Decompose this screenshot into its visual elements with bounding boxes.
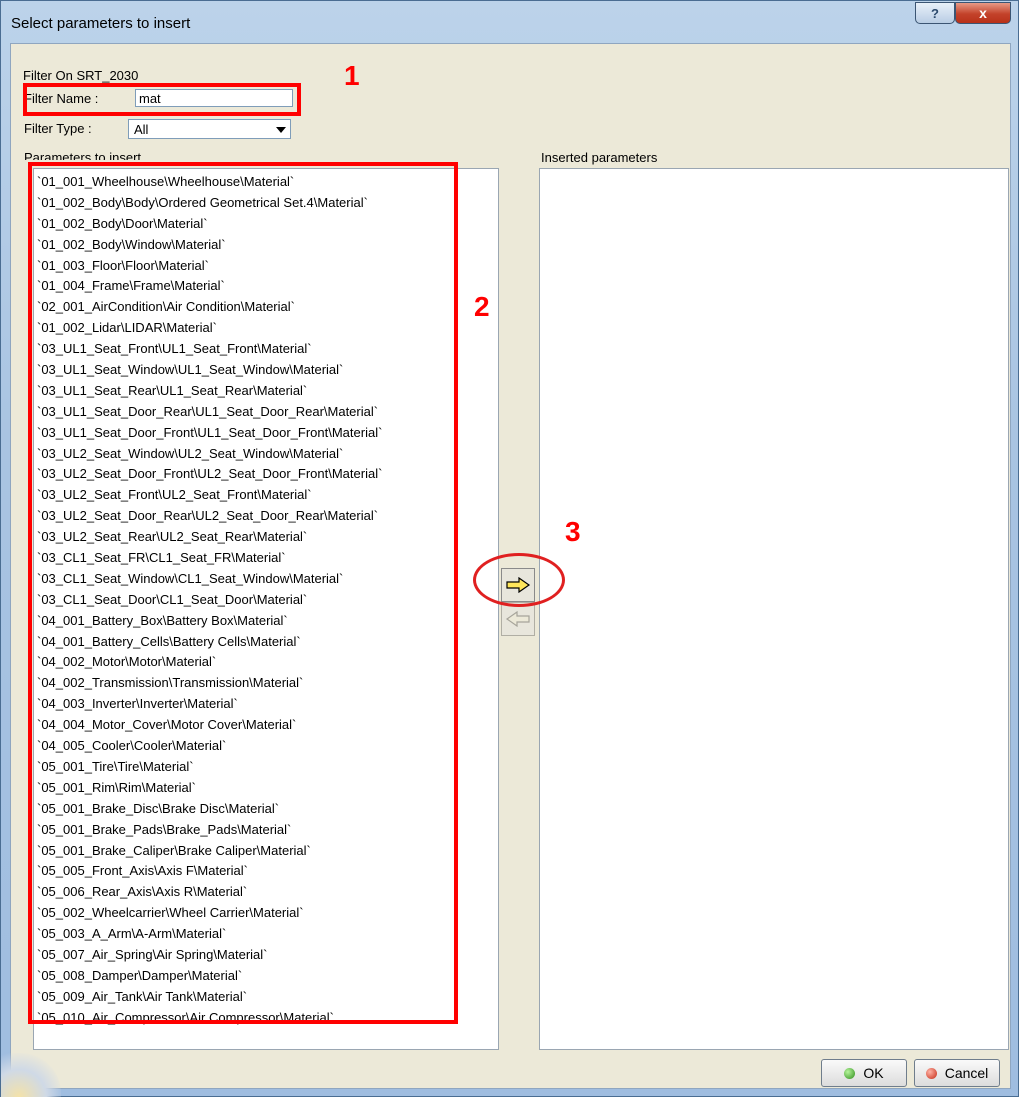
dialog-window: Select parameters to insert ? x Filter O…: [0, 0, 1019, 1097]
ok-button[interactable]: OK: [821, 1059, 907, 1087]
parameter-list-item[interactable]: `01_003_Floor\Floor\Material`: [34, 256, 498, 277]
help-button[interactable]: ?: [915, 2, 955, 24]
parameter-list-item[interactable]: `01_002_Body\Door\Material`: [34, 214, 498, 235]
cancel-icon: [925, 1067, 937, 1079]
inserted-parameters-list[interactable]: [539, 168, 1009, 1050]
parameter-list-item[interactable]: `05_001_Brake_Pads\Brake_Pads\Material`: [34, 820, 498, 841]
parameter-list-item[interactable]: `05_001_Rim\Rim\Material`: [34, 778, 498, 799]
parameter-list-item[interactable]: `03_CL1_Seat_FR\CL1_Seat_FR\Material`: [34, 548, 498, 569]
filter-type-select[interactable]: All: [128, 119, 291, 139]
parameter-list-item[interactable]: `05_007_Air_Spring\Air Spring\Material`: [34, 945, 498, 966]
parameter-list-item[interactable]: `03_UL1_Seat_Rear\UL1_Seat_Rear\Material…: [34, 381, 498, 402]
parameter-list-item[interactable]: `01_004_Frame\Frame\Material`: [34, 276, 498, 297]
cancel-label: Cancel: [944, 1065, 989, 1081]
window-title: Select parameters to insert: [11, 15, 191, 32]
filter-name-label: Filter Name :: [24, 91, 99, 106]
filter-on-label: Filter On SRT_2030: [23, 68, 139, 83]
parameter-list-item[interactable]: `05_002_Wheelcarrier\Wheel Carrier\Mater…: [34, 903, 498, 924]
parameter-list-item[interactable]: `05_009_Air_Tank\Air Tank\Material`: [34, 987, 498, 1008]
parameter-list-item[interactable]: `03_UL2_Seat_Rear\UL2_Seat_Rear\Material…: [34, 527, 498, 548]
cancel-button[interactable]: Cancel: [914, 1059, 1000, 1087]
parameter-list-item[interactable]: `05_001_Brake_Caliper\Brake Caliper\Mate…: [34, 841, 498, 862]
arrow-left-icon: [505, 611, 530, 627]
parameter-list-item[interactable]: `03_UL2_Seat_Window\UL2_Seat_Window\Mate…: [34, 444, 498, 465]
filter-type-value: All: [134, 122, 149, 137]
close-icon: x: [979, 5, 987, 21]
parameter-list-item[interactable]: `05_008_Damper\Damper\Material`: [34, 966, 498, 987]
chevron-down-icon: [276, 127, 286, 133]
parameter-list-item[interactable]: `04_004_Motor_Cover\Motor Cover\Material…: [34, 715, 498, 736]
filter-name-input[interactable]: [135, 89, 293, 107]
parameter-list-item[interactable]: `03_UL2_Seat_Door_Rear\UL2_Seat_Door_Rea…: [34, 506, 498, 527]
parameter-list-item[interactable]: `05_006_Rear_Axis\Axis R\Material`: [34, 882, 498, 903]
annotation-circle-3: [473, 553, 565, 607]
annotation-number-3: 3: [565, 516, 581, 547]
parameter-list-item[interactable]: `05_001_Tire\Tire\Material`: [34, 757, 498, 778]
parameter-list-item[interactable]: `04_002_Motor\Motor\Material`: [34, 652, 498, 673]
ok-label: OK: [863, 1065, 884, 1081]
parameter-list-item[interactable]: `03_UL1_Seat_Window\UL1_Seat_Window\Mate…: [34, 360, 498, 381]
parameter-list-item[interactable]: `03_UL2_Seat_Door_Front\UL2_Seat_Door_Fr…: [34, 464, 498, 485]
parameter-list-item[interactable]: `01_002_Body\Body\Ordered Geometrical Se…: [34, 193, 498, 214]
parameter-list-item[interactable]: `03_CL1_Seat_Door\CL1_Seat_Door\Material…: [34, 590, 498, 611]
parameter-list-item[interactable]: `04_001_Battery_Cells\Battery Cells\Mate…: [34, 632, 498, 653]
parameter-list-item[interactable]: `02_001_AirCondition\Air Condition\Mater…: [34, 297, 498, 318]
close-button[interactable]: x: [955, 2, 1011, 24]
parameter-list-item[interactable]: `01_002_Lidar\LIDAR\Material`: [34, 318, 498, 339]
parameter-list-item[interactable]: `04_002_Transmission\Transmission\Materi…: [34, 673, 498, 694]
parameter-list-item[interactable]: `05_001_Brake_Disc\Brake Disc\Material`: [34, 799, 498, 820]
parameter-list-item[interactable]: `01_002_Body\Window\Material`: [34, 235, 498, 256]
parameter-list-item[interactable]: `03_UL1_Seat_Door_Front\UL1_Seat_Door_Fr…: [34, 423, 498, 444]
parameter-list-item[interactable]: `04_001_Battery_Box\Battery Box\Material…: [34, 611, 498, 632]
parameter-list-item[interactable]: `03_UL2_Seat_Front\UL2_Seat_Front\Materi…: [34, 485, 498, 506]
parameter-list-item[interactable]: `05_010_Air_Compressor\Air Compressor\Ma…: [34, 1008, 498, 1029]
remove-parameter-button[interactable]: [501, 602, 535, 636]
help-icon: ?: [931, 5, 939, 21]
parameter-list-item[interactable]: `04_005_Cooler\Cooler\Material`: [34, 736, 498, 757]
title-bar[interactable]: Select parameters to insert ? x: [1, 1, 1018, 43]
parameters-to-insert-label: Parameters to insert: [24, 150, 142, 165]
parameter-list-item[interactable]: `05_003_A_Arm\A-Arm\Material`: [34, 924, 498, 945]
parameter-list-item[interactable]: `05_005_Front_Axis\Axis F\Material`: [34, 861, 498, 882]
parameter-list-item[interactable]: `03_UL1_Seat_Door_Rear\UL1_Seat_Door_Rea…: [34, 402, 498, 423]
annotation-number-1: 1: [344, 60, 360, 91]
parameters-to-insert-list[interactable]: `01_001_Wheelhouse\Wheelhouse\Material` `…: [33, 168, 499, 1050]
filter-type-label: Filter Type :: [24, 121, 92, 136]
parameter-list-item[interactable]: `03_CL1_Seat_Window\CL1_Seat_Window\Mate…: [34, 569, 498, 590]
parameter-list-item[interactable]: `03_UL1_Seat_Front\UL1_Seat_Front\Materi…: [34, 339, 498, 360]
ok-icon: [844, 1067, 856, 1079]
parameter-list-item[interactable]: `04_003_Inverter\Inverter\Material`: [34, 694, 498, 715]
parameter-list-item[interactable]: `01_001_Wheelhouse\Wheelhouse\Material`: [34, 172, 498, 193]
annotation-number-2: 2: [474, 291, 490, 322]
inserted-parameters-label: Inserted parameters: [541, 150, 658, 165]
